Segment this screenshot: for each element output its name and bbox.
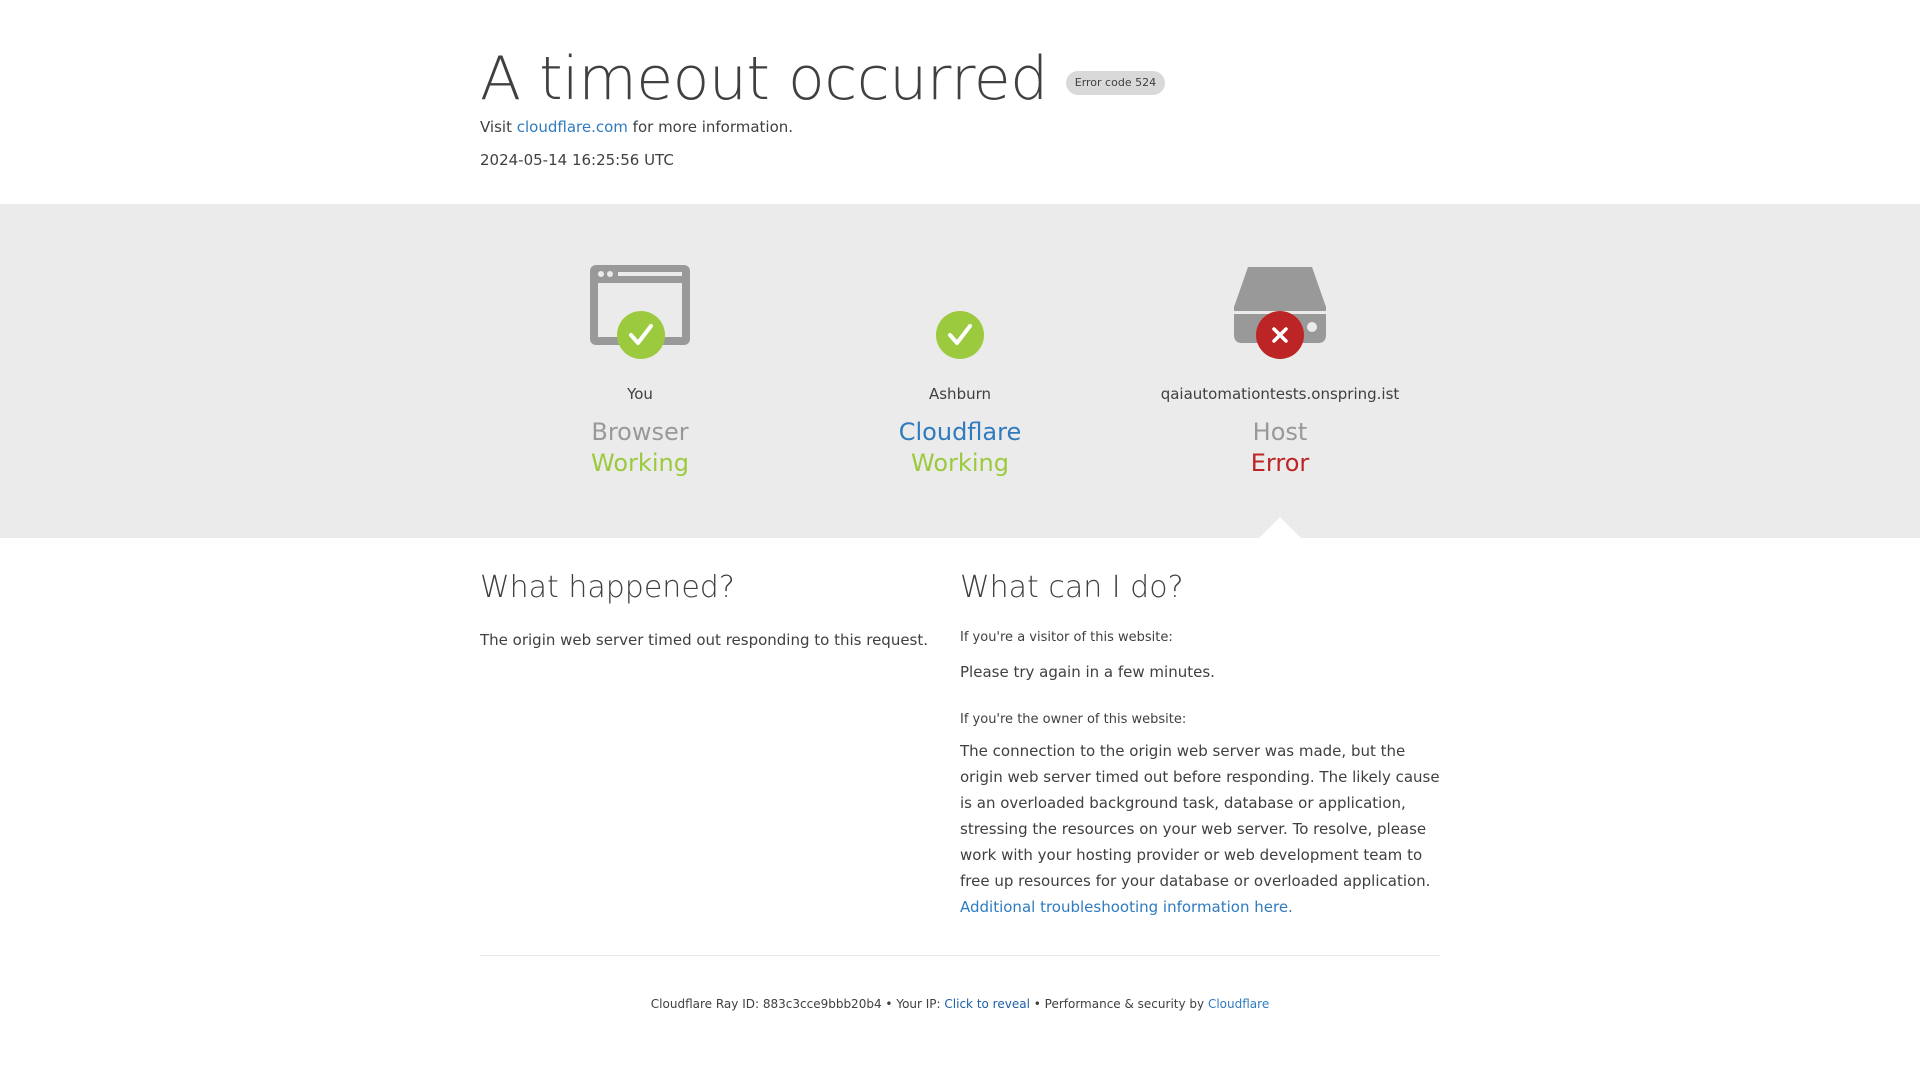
ip-label: Your IP: [896,997,941,1011]
status-state: Error [1250,449,1310,477]
footer: Cloudflare Ray ID: 883c3cce9bbb20b4 • Yo… [0,997,1920,1011]
title-row: A timeout occurred Error code 524 [480,44,1166,114]
error-pointer [1258,517,1302,539]
separator: • [1033,997,1041,1011]
what-can-i-do-heading: What can I do? [960,570,1184,605]
visitor-label: If you're a visitor of this website: [960,630,1173,645]
status-place: Ashburn [928,385,992,403]
visit-prefix: Visit [480,118,512,136]
close-icon [1256,311,1304,359]
what-happened-heading: What happened? [480,570,735,605]
check-icon [936,311,984,359]
status-band: You Browser Working Ashburn Cloudflare W… [0,204,1920,539]
visit-line: Visit cloudflare.com for more informatio… [480,118,793,136]
status-state: Working [591,449,689,477]
status-place: qaiautomationtests.onspring.ist [1160,385,1400,403]
reveal-ip-button[interactable]: Click to reveal [944,997,1030,1011]
cloudflare-footer-link[interactable]: Cloudflare [1208,997,1269,1011]
status-role: Browser [591,418,689,446]
owner-body: The connection to the origin web server … [960,738,1442,920]
ray-label: Cloudflare Ray ID: [650,997,760,1011]
check-icon [617,311,665,359]
page-title: A timeout occurred [480,44,1048,114]
separator: • [885,997,893,1011]
footer-divider [480,955,1440,956]
error-code-badge: Error code 524 [1065,71,1166,95]
cloudflare-link[interactable]: cloudflare.com [517,118,628,136]
main-content: What happened? The origin web server tim… [0,538,1920,958]
timestamp: 2024-05-14 16:25:56 UTC [480,151,674,169]
perf-label: Performance & security by [1044,997,1205,1011]
status-browser: You Browser Working [480,204,800,538]
owner-body-text: The connection to the origin web server … [960,742,1440,890]
server-icon [1234,267,1326,359]
browser-icon [590,265,690,359]
status-role: Host [1252,418,1308,446]
status-host: qaiautomationtests.onspring.ist Host Err… [1120,204,1440,538]
visitor-body: Please try again in a few minutes. [960,663,1215,681]
visit-suffix: for more information. [632,118,794,136]
what-happened-body: The origin web server timed out respondi… [480,631,929,649]
cloudflare-role-link[interactable]: Cloudflare [800,418,1120,446]
troubleshooting-link[interactable]: Additional troubleshooting information h… [960,898,1293,916]
status-cloudflare: Ashburn Cloudflare Working [800,204,1120,538]
cloud-icon [936,311,984,359]
status-place: You [627,385,653,403]
ray-id: 883c3cce9bbb20b4 [762,997,882,1011]
status-state: Working [911,449,1009,477]
header: A timeout occurred Error code 524 Visit … [0,0,1920,204]
owner-label: If you're the owner of this website: [960,712,1187,727]
